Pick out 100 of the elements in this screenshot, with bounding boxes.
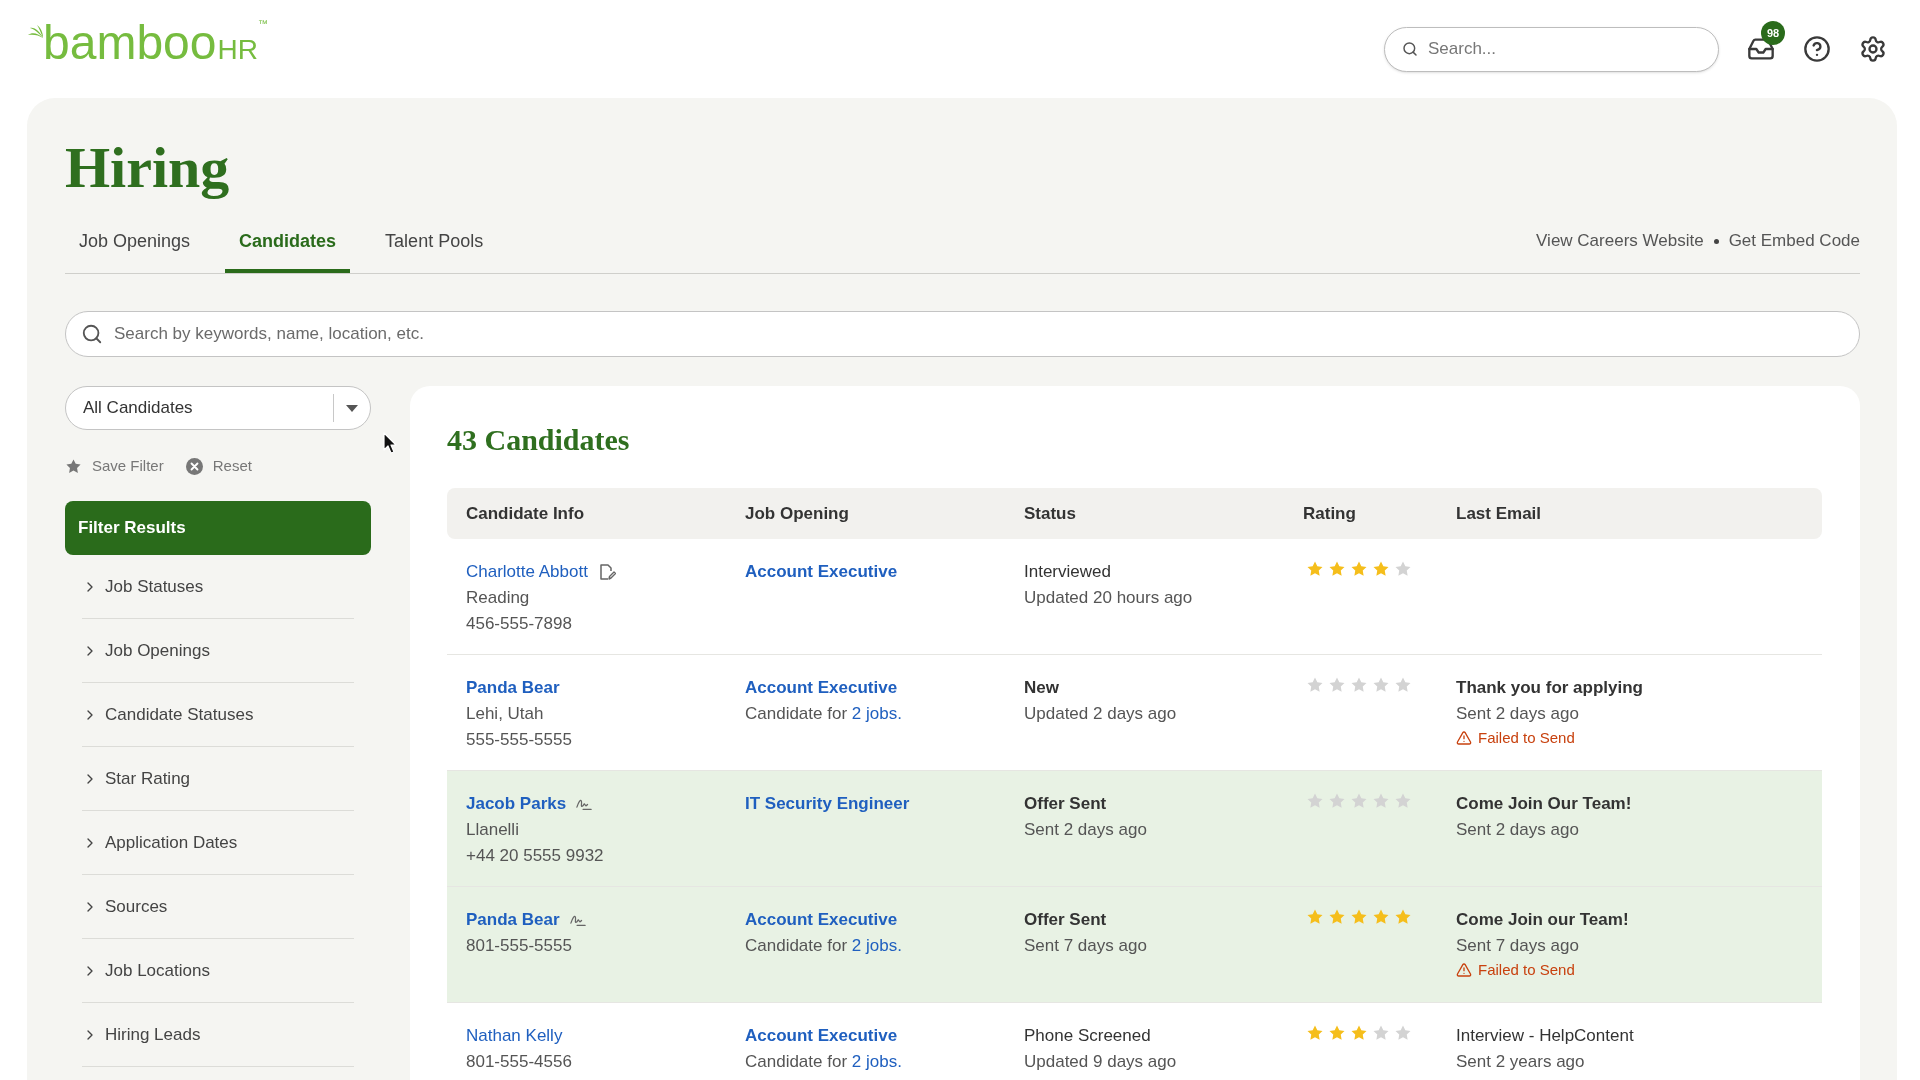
job-opening-link[interactable]: Account Executive bbox=[745, 675, 898, 701]
status-label: Phone Screened bbox=[1024, 1025, 1151, 1047]
star-icon bbox=[1306, 676, 1324, 694]
status-updated-time: Updated 2 days ago bbox=[1024, 703, 1177, 725]
status-updated-time: Sent 7 days ago bbox=[1024, 935, 1147, 957]
table-row[interactable]: Jacob Parks Llanelli +44 20 5555 9932 IT Security Engineer Offer Sent Sent 2 days ago Come Join Our Team! Sent 2 days ago bbox=[447, 771, 1822, 887]
warning-icon bbox=[1456, 962, 1472, 978]
email-subject: Come Join Our Team! bbox=[1456, 793, 1632, 815]
clear-icon bbox=[185, 457, 203, 475]
page-title: Hiring bbox=[65, 139, 230, 197]
star-icon bbox=[1372, 1024, 1390, 1042]
star-icon bbox=[1394, 560, 1412, 578]
search-field[interactable]: Search by keywords, name, location, etc. bbox=[65, 311, 1860, 357]
mouse-pointer-icon bbox=[383, 432, 397, 454]
logo-text: bambooHR ™ bbox=[43, 19, 268, 67]
help-icon[interactable] bbox=[1803, 35, 1831, 63]
star-icon bbox=[1394, 1024, 1412, 1042]
job-opening-link[interactable]: Account Executive bbox=[745, 907, 898, 933]
star-icon bbox=[1350, 560, 1368, 578]
email-subject: Thank you for applying bbox=[1456, 677, 1643, 699]
star-icon bbox=[1372, 792, 1390, 810]
jobs-link[interactable]: 2 jobs. bbox=[851, 936, 902, 955]
candidate-filter-dropdown[interactable]: All Candidates bbox=[65, 386, 371, 430]
candidate-name-link[interactable]: Nathan Kelly bbox=[466, 1023, 563, 1049]
star-icon bbox=[1350, 676, 1368, 694]
jobs-link[interactable]: 2 jobs. bbox=[851, 1052, 902, 1071]
table-row[interactable]: Panda Bear 801-555-5555 Account Executive Candidate for 2 jobs. Offer Sent Sent 7 days ago Come Join our Team! Sent 7 days ago Failed to Send bbox=[447, 887, 1822, 1003]
star-icon bbox=[1328, 560, 1346, 578]
star-icon bbox=[1394, 792, 1412, 810]
status-updated-time: Sent 2 days ago bbox=[1024, 819, 1147, 841]
candidate-name-link[interactable]: Panda Bear bbox=[466, 675, 560, 701]
star-icon bbox=[1372, 560, 1390, 578]
email-sent-time: Sent 2 days ago bbox=[1456, 819, 1579, 841]
email-subject: Come Join our Team! bbox=[1456, 909, 1629, 931]
star-icon bbox=[1350, 908, 1368, 926]
email-subject: Interview - HelpContent bbox=[1456, 1025, 1634, 1047]
search-field[interactable]: Search... bbox=[1384, 26, 1719, 72]
leaf-icon bbox=[27, 24, 44, 39]
results-count-title: 43 Candidates bbox=[447, 422, 630, 458]
candidate-jobs-text: Candidate for 2 jobs. bbox=[745, 703, 902, 725]
star-icon bbox=[1306, 792, 1324, 810]
send-error-text: Failed to Send bbox=[1478, 728, 1575, 748]
candidate-jobs-text: Candidate for 2 jobs. bbox=[745, 935, 902, 957]
search-icon bbox=[81, 323, 103, 345]
star-icon bbox=[1350, 1024, 1368, 1042]
candidate-phone: 801-555-5555 bbox=[466, 935, 572, 957]
candidate-name-link[interactable]: Jacob Parks bbox=[466, 791, 567, 817]
jobs-link[interactable]: 2 jobs. bbox=[851, 704, 902, 723]
candidate-name-link[interactable]: Charlotte Abbott bbox=[466, 559, 588, 585]
page-link[interactable]: Get Embed Code bbox=[1728, 230, 1860, 252]
star-icon bbox=[65, 457, 82, 475]
tab[interactable]: Candidates bbox=[225, 211, 351, 273]
settings-icon[interactable] bbox=[1859, 35, 1887, 63]
filter-item[interactable]: Sources bbox=[82, 875, 354, 939]
candidate-jobs-text: Candidate for 2 jobs. bbox=[745, 1051, 902, 1073]
search-icon bbox=[1402, 41, 1418, 57]
star-icon bbox=[1350, 792, 1368, 810]
star-icon bbox=[1328, 676, 1346, 694]
email-sent-time: Sent 2 days ago bbox=[1456, 703, 1579, 725]
filter-results-button[interactable]: Filter Results bbox=[65, 501, 371, 555]
filter-item[interactable]: Application Dates bbox=[82, 811, 354, 875]
warning-icon bbox=[1456, 730, 1472, 746]
filter-item[interactable]: Job Locations bbox=[82, 939, 354, 1003]
star-icon bbox=[1306, 1024, 1324, 1042]
email-sent-time: Sent 2 years ago bbox=[1456, 1051, 1585, 1073]
page-link[interactable]: View Careers Website bbox=[1536, 230, 1704, 252]
email-sent-time: Sent 7 days ago bbox=[1456, 935, 1579, 957]
job-opening-link[interactable]: IT Security Engineer bbox=[745, 791, 910, 817]
filter-item[interactable]: Job Statuses bbox=[82, 555, 354, 619]
tab[interactable]: Job Openings bbox=[65, 211, 205, 273]
tab[interactable]: Talent Pools bbox=[371, 211, 498, 273]
star-icon bbox=[1306, 908, 1324, 926]
candidate-location: Lehi, Utah bbox=[466, 703, 544, 725]
job-opening-link[interactable]: Account Executive bbox=[745, 1023, 898, 1049]
candidate-phone: 555-555-5555 bbox=[466, 729, 572, 751]
filter-item[interactable]: Job Openings bbox=[82, 619, 354, 683]
column-header: Last Email bbox=[1456, 502, 1542, 525]
reset-button[interactable]: Reset bbox=[185, 456, 252, 476]
caret-down-icon bbox=[346, 404, 358, 412]
filter-item[interactable]: Candidate Statuses bbox=[82, 683, 354, 747]
column-header: Job Opening bbox=[745, 502, 849, 525]
column-header: Status bbox=[1024, 502, 1076, 525]
star-icon bbox=[1328, 908, 1346, 926]
notification-badge: 98 bbox=[1761, 21, 1785, 45]
status-label: Interviewed bbox=[1024, 561, 1111, 583]
status-label: Offer Sent bbox=[1024, 793, 1107, 815]
candidate-name-link[interactable]: Panda Bear bbox=[466, 907, 560, 933]
star-icon bbox=[1328, 792, 1346, 810]
candidate-location: Reading bbox=[466, 587, 530, 609]
filter-item[interactable]: Star Rating bbox=[82, 747, 354, 811]
status-updated-time: Updated 20 hours ago bbox=[1024, 587, 1193, 609]
star-icon bbox=[1372, 908, 1390, 926]
candidate-phone: 801-555-4556 bbox=[466, 1051, 572, 1073]
filter-item[interactable]: Hiring Leads bbox=[82, 1003, 354, 1067]
column-header: Rating bbox=[1303, 502, 1356, 525]
star-icon bbox=[1306, 560, 1324, 578]
status-label: Offer Sent bbox=[1024, 909, 1107, 931]
save-filter-button[interactable]: Save Filter bbox=[65, 456, 164, 476]
column-header: Candidate Info bbox=[466, 502, 585, 525]
job-opening-link[interactable]: Account Executive bbox=[745, 559, 898, 585]
